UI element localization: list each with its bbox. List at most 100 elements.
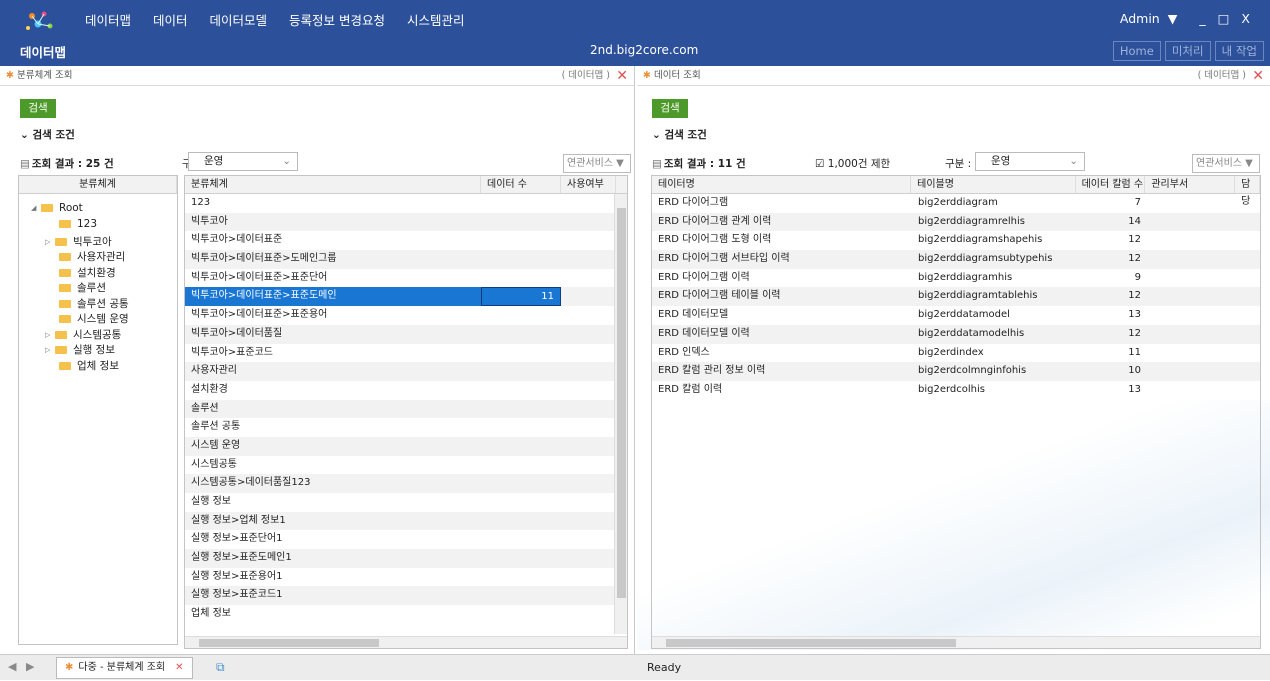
maximize-button[interactable]: □ (1218, 11, 1230, 26)
table-row[interactable]: 빅투코아>표준코드 (185, 344, 627, 363)
table-row[interactable]: 빅투코아>데이터표준 (185, 231, 627, 250)
vertical-scrollbar[interactable] (614, 194, 627, 634)
menu-system[interactable]: 시스템관리 (407, 10, 465, 29)
table-row[interactable]: 사용자관리 (185, 362, 627, 381)
cell-category: 빅투코아>데이터품질 (191, 327, 283, 339)
cell-data-count (481, 512, 561, 531)
close-window-button[interactable]: X (1241, 11, 1250, 26)
tree-item[interactable]: ▷ 시스템공통 (45, 327, 121, 342)
cell-category: 솔루션 (191, 402, 219, 414)
tree-item[interactable]: ▷ 빅투코아 (45, 234, 112, 249)
cell-category: 시스템 운영 (191, 439, 241, 451)
tree-item[interactable]: 솔루션 공통 (59, 296, 129, 311)
table-row[interactable]: ERD 다이어그램 서브타입 이력 big2erddiagramsubtypehi… (652, 250, 1260, 269)
home-button[interactable]: Home (1112, 41, 1161, 61)
table-row[interactable]: 실행 정보 (185, 493, 627, 512)
tree-item[interactable]: 시스템 운영 (59, 311, 129, 326)
tree-item[interactable]: 업체 정보 (59, 358, 119, 373)
col-data-count[interactable]: 데이터 수 (481, 176, 561, 193)
horizontal-scrollbar[interactable] (185, 636, 627, 648)
search-condition-toggle[interactable]: ⌄ 검색 조건 (652, 127, 707, 142)
table-row[interactable]: 실행 정보>표준용어1 (185, 568, 627, 587)
cell-category: 업체 정보 (191, 608, 231, 620)
table-row[interactable]: ERD 칼럼 이력 big2erdcolhis 13 (652, 381, 1260, 400)
table-row[interactable]: ERD 다이어그램 이력 big2erddiagramhis 9 (652, 269, 1260, 288)
tree-item-root[interactable]: ◢ Root (31, 202, 83, 214)
tree-item[interactable]: 설치환경 (59, 265, 116, 280)
table-row[interactable]: 빅투코아>데이터품질 (185, 324, 627, 344)
close-icon[interactable]: ✕ (1252, 66, 1264, 86)
table-row[interactable]: 빅투코아 (185, 212, 627, 232)
tree-item[interactable]: 솔루션 (59, 280, 106, 295)
pending-button[interactable]: 미처리 (1164, 41, 1211, 61)
limit-checkbox[interactable]: ☑ 1,000건 제한 (815, 156, 890, 171)
col-owner[interactable]: 담당 (1235, 176, 1260, 207)
search-button[interactable]: 검색 (20, 99, 56, 118)
table-row[interactable]: 실행 정보>업체 정보1 (185, 511, 627, 531)
result-count: ▤ 조회 결과 : 11 건 (652, 157, 746, 171)
table-row[interactable]: 123 (185, 194, 627, 213)
tab-next-icon[interactable]: ▶ (26, 660, 34, 673)
close-icon[interactable]: ✕ (616, 66, 628, 86)
table-row[interactable]: 솔루션 (185, 399, 627, 419)
table-row[interactable]: 업체 정보 (185, 605, 627, 624)
horizontal-scrollbar[interactable] (652, 636, 1260, 648)
table-row[interactable]: ERD 다이어그램 big2erddiagram 7 (652, 194, 1260, 213)
tab-category-search[interactable]: ✱ 다중 - 분류체계 조회 ✕ (56, 657, 193, 679)
table-row[interactable]: 실행 정보>표준단어1 (185, 530, 627, 549)
col-category[interactable]: 분류체계 (185, 176, 481, 193)
context-label: ( 데이터맵 ) (1197, 70, 1246, 81)
div-select[interactable]: 운영 ⌄ (975, 152, 1085, 171)
user-dropdown-icon[interactable]: ▼ (1168, 11, 1178, 26)
table-row[interactable]: ERD 칼럼 관리 정보 이력 big2erdcolmnginfohis 10 (652, 362, 1260, 381)
table-row[interactable]: 설치환경 (185, 381, 627, 400)
table-row[interactable]: 시스템 운영 (185, 436, 627, 456)
menu-data[interactable]: 데이터 (153, 10, 188, 29)
tree-item[interactable]: 123 (59, 218, 97, 230)
table-row[interactable]: ERD 데이터모델 big2erddatamodel 13 (652, 306, 1260, 325)
table-row[interactable]: 시스템공통>데이터품질123 (185, 474, 627, 493)
table-row[interactable]: 빅투코아>데이터표준>표준단어 (185, 269, 627, 288)
cell-category: 실행 정보>표준단어1 (191, 533, 283, 545)
tree-item[interactable]: ▷ 실행 정보 (45, 342, 115, 357)
cell-data-count (481, 362, 561, 381)
table-row[interactable]: 빅투코아>데이터표준>도메인그룹 (185, 250, 627, 269)
table-row[interactable]: 빅투코아>데이터표준>표준도메인 11 (185, 287, 627, 307)
col-dept[interactable]: 관리부서 (1145, 176, 1236, 193)
search-button[interactable]: 검색 (652, 99, 688, 118)
menu-change-request[interactable]: 등록정보 변경요청 (289, 10, 385, 29)
cell-column-count: 14 (1128, 215, 1141, 227)
col-column-count[interactable]: 데이터 칼럼 수 (1076, 176, 1146, 193)
cell-data-count (481, 493, 561, 512)
new-tab-icon[interactable]: ⧉ (216, 660, 225, 675)
table-row[interactable]: ERD 인덱스 big2erdindex 11 (652, 344, 1260, 363)
related-service-button[interactable]: 연관서비스 ▼ (563, 154, 631, 173)
col-use[interactable]: 사용여부 (561, 176, 616, 193)
tree-item[interactable]: 사용자관리 (59, 249, 125, 264)
user-name[interactable]: Admin (1120, 11, 1160, 26)
my-task-button[interactable]: 내 작업 (1214, 41, 1264, 61)
table-row[interactable]: ERD 데이터모델 이력 big2erddatamodelhis 12 (652, 324, 1260, 344)
table-row[interactable]: 시스템공통 (185, 456, 627, 475)
table-row[interactable]: ERD 다이어그램 도형 이력 big2erddiagramshapehis 12 (652, 231, 1260, 250)
tab-prev-icon[interactable]: ◀ (8, 660, 16, 673)
menu-datamodel[interactable]: 데이터모델 (210, 10, 268, 29)
table-row[interactable]: ERD 다이어그램 테이블 이력 big2erddiagramtablehis 12 (652, 287, 1260, 307)
cell-column-count: 10 (1128, 365, 1141, 377)
cell-column-count: 7 (1134, 197, 1141, 208)
col-data-name[interactable]: 테이터명 (652, 176, 912, 193)
div-select[interactable]: 운영 ⌄ (188, 152, 298, 171)
close-icon[interactable]: ✕ (175, 658, 183, 678)
minimize-button[interactable]: _ (1199, 11, 1205, 26)
cell-data-count (481, 306, 561, 325)
result-icon: ▤ (652, 157, 662, 170)
search-condition-toggle[interactable]: ⌄ 검색 조건 (20, 127, 75, 142)
table-row[interactable]: ERD 다이어그램 관계 이력 big2erddiagramrelhis 14 (652, 212, 1260, 232)
menu-datamap[interactable]: 데이터맵 (85, 10, 131, 29)
related-service-button[interactable]: 연관서비스 ▼ (1192, 154, 1260, 173)
col-table-name[interactable]: 테이블명 (911, 176, 1076, 193)
table-row[interactable]: 빅투코아>데이터표준>표준용어 (185, 306, 627, 325)
table-row[interactable]: 실행 정보>표준도메인1 (185, 549, 627, 568)
table-row[interactable]: 실행 정보>표준코드1 (185, 586, 627, 606)
table-row[interactable]: 솔루션 공통 (185, 418, 627, 437)
